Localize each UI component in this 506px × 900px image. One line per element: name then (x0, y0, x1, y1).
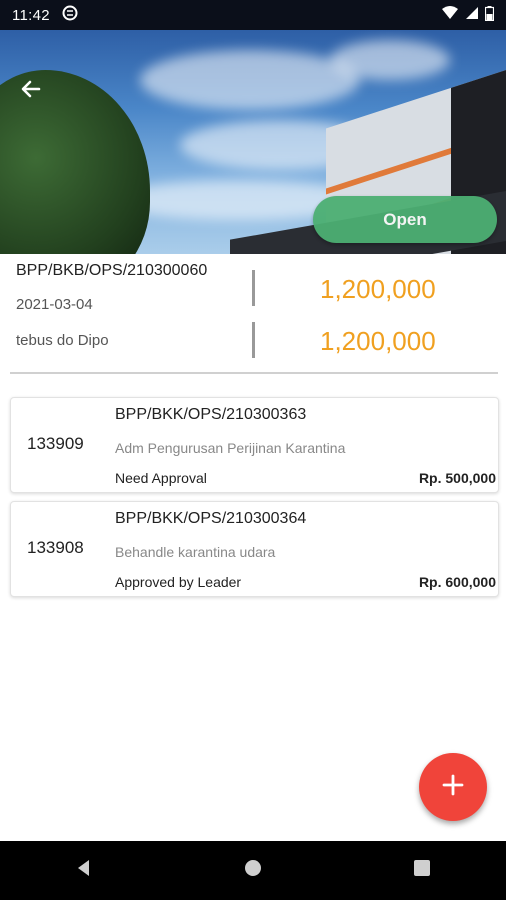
nav-recents-button[interactable] (402, 851, 442, 891)
item-title: Adm Pengurusan Perijinan Karantina (115, 440, 346, 456)
status-bar: 11:42 (0, 0, 506, 30)
item-id: 133909 (27, 434, 84, 453)
wifi-icon (441, 6, 459, 24)
section-divider (10, 372, 498, 374)
nav-back-button[interactable] (64, 851, 104, 891)
list-item[interactable]: 133909 BPP/BKK/OPS/210300363 Adm Penguru… (10, 397, 499, 493)
item-status: Need Approval (115, 470, 207, 486)
doc-number: BPP/BKB/OPS/210300060 (16, 262, 208, 279)
battery-icon (484, 5, 495, 25)
arrow-left-icon (19, 77, 43, 106)
header-image: Open (0, 30, 506, 254)
circle-home-icon (243, 858, 263, 883)
add-button[interactable] (419, 753, 487, 821)
triangle-back-icon (74, 858, 94, 883)
plus-icon (440, 768, 466, 807)
amount-realized: 1,200,000 (320, 326, 436, 356)
doc-description: tebus do Dipo (16, 332, 109, 349)
doc-date: 2021-03-04 (16, 296, 93, 313)
signal-icon (465, 6, 479, 24)
transaction-summary: BPP/BKB/OPS/210300060 2021-03-04 tebus d… (0, 254, 506, 374)
divider-vertical (252, 270, 255, 306)
item-status: Approved by Leader (115, 574, 242, 590)
item-id: 133908 (27, 538, 84, 557)
square-recents-icon (413, 859, 431, 882)
item-ref: BPP/BKK/OPS/210300364 (115, 510, 307, 527)
item-ref: BPP/BKK/OPS/210300363 (115, 406, 307, 423)
item-title: Behandle karantina udara (115, 544, 276, 560)
sync-icon (62, 5, 78, 25)
status-time: 11:42 (12, 6, 50, 24)
back-button[interactable] (14, 74, 48, 108)
amount-total: 1,200,000 (320, 274, 436, 304)
open-status-button[interactable]: Open (313, 196, 497, 243)
item-price: Rp. 600,000 (418, 574, 496, 590)
list-item[interactable]: 133908 BPP/BKK/OPS/210300364 Behandle ka… (10, 501, 499, 597)
nav-home-button[interactable] (233, 851, 273, 891)
divider-vertical (252, 322, 255, 358)
system-nav-bar (0, 841, 506, 900)
item-price: Rp. 500,000 (418, 470, 496, 486)
